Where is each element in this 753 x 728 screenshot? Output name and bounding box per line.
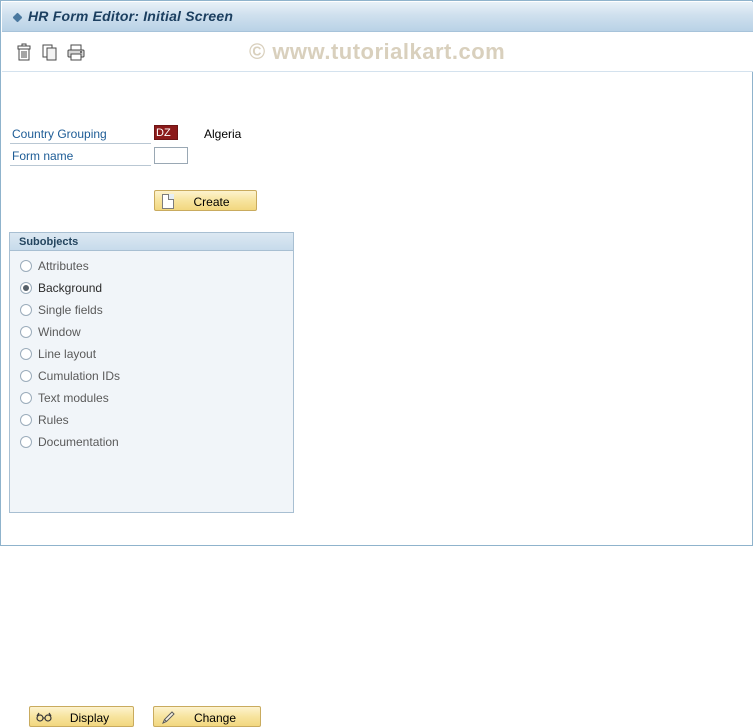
- radio-label: Background: [38, 281, 103, 295]
- subobjects-group: Subobjects Attributes Background Single …: [9, 232, 294, 727]
- radio-label: Text modules: [38, 391, 109, 405]
- radio-circle-icon: [20, 414, 32, 426]
- change-button[interactable]: Change: [153, 706, 261, 727]
- radio-label: Single fields: [38, 303, 103, 317]
- radio-circle-icon: [20, 326, 32, 338]
- radio-label: Rules: [38, 413, 69, 427]
- delete-icon[interactable]: [13, 41, 35, 63]
- change-button-label: Change: [193, 711, 237, 725]
- copy-icon[interactable]: [39, 41, 61, 63]
- radio-circle-icon: [20, 370, 32, 382]
- window-marker-icon: [12, 12, 23, 23]
- country-grouping-input[interactable]: [154, 125, 178, 140]
- display-button-label: Display: [69, 711, 110, 725]
- application-window: HR Form Editor: Initial Screen © www.tut…: [0, 0, 753, 727]
- radio-label: Documentation: [38, 435, 119, 449]
- radio-circle-icon: [20, 392, 32, 404]
- subobjects-group-header: Subobjects: [10, 233, 293, 251]
- page-title: HR Form Editor: Initial Screen: [28, 8, 234, 24]
- display-button[interactable]: Display: [29, 706, 134, 727]
- radio-label: Window: [38, 325, 81, 339]
- form-name-label: Form name: [12, 149, 74, 163]
- print-icon[interactable]: [65, 41, 87, 63]
- title-bar: HR Form Editor: Initial Screen: [2, 2, 753, 32]
- radio-circle-icon: [20, 260, 32, 272]
- radio-circle-icon: [20, 436, 32, 448]
- form-name-input[interactable]: [154, 147, 188, 164]
- form-name-label-underline: [10, 165, 151, 166]
- watermark-text: © www.tutorialkart.com: [249, 39, 506, 64]
- country-grouping-description: Algeria: [204, 127, 242, 141]
- create-button[interactable]: Create: [154, 190, 257, 211]
- radio-circle-icon: [20, 282, 32, 294]
- radio-label: Attributes: [38, 259, 89, 273]
- radio-circle-icon: [20, 348, 32, 360]
- country-grouping-label: Country Grouping: [12, 127, 107, 141]
- radio-label: Cumulation IDs: [38, 369, 121, 383]
- subobjects-title: Subobjects: [19, 236, 79, 248]
- radio-label: Line layout: [38, 347, 97, 361]
- create-button-label: Create: [193, 195, 230, 209]
- radio-circle-icon: [20, 304, 32, 316]
- country-grouping-label-underline: [10, 143, 151, 144]
